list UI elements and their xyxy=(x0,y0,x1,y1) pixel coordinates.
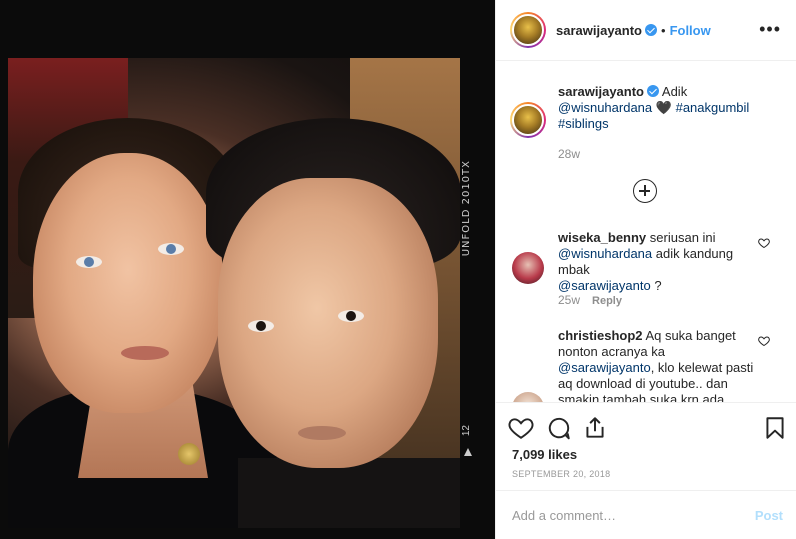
plus-circle-icon[interactable] xyxy=(633,179,657,203)
header-user-line: sarawijayanto • Follow xyxy=(556,23,711,38)
post-header: sarawijayanto • Follow ••• xyxy=(496,0,796,61)
likes-count[interactable]: 7,099 likes xyxy=(512,447,577,462)
photo-woman-face xyxy=(33,153,223,413)
comment-input[interactable] xyxy=(512,505,732,525)
comment-icon[interactable] xyxy=(546,415,572,441)
comment-heart-icon[interactable] xyxy=(758,335,770,347)
film-brand-label: UNFOLD 2010TX xyxy=(461,160,472,257)
comment-time[interactable]: 25w xyxy=(558,293,580,307)
verified-badge-icon xyxy=(645,24,657,36)
reply-button[interactable]: Reply xyxy=(592,295,622,307)
caption-emoji: 🖤 xyxy=(655,100,672,115)
comment-body: ? xyxy=(654,278,662,293)
comment-text: christieshop2 Aq suka banget nonton acra… xyxy=(558,328,768,402)
comments-list[interactable]: sarawijayanto Adik @wisnuhardana 🖤 #anak… xyxy=(496,62,796,402)
share-icon[interactable] xyxy=(582,415,608,441)
comment-mention[interactable]: @wisnuhardana xyxy=(558,246,652,261)
comment-username[interactable]: wiseka_benny xyxy=(558,230,646,245)
comment-mention[interactable]: @sarawijayanto xyxy=(558,278,651,293)
caption-avatar-image xyxy=(512,104,544,136)
header-separator: • xyxy=(661,23,666,38)
film-frame-number: 12 xyxy=(461,425,472,437)
post-side-panel: sarawijayanto • Follow ••• sarawijayanto A… xyxy=(495,0,796,539)
comment-mention[interactable]: @sarawijayanto xyxy=(558,360,651,375)
comment-username[interactable]: christieshop2 xyxy=(558,328,643,343)
photo-woman-lips xyxy=(121,346,169,360)
photo-man-eye-left xyxy=(248,320,274,332)
caption-avatar[interactable] xyxy=(510,102,546,138)
post-actions: 7,099 likes September 20, 2018 xyxy=(496,402,796,490)
bookmark-icon[interactable] xyxy=(762,415,788,441)
header-username[interactable]: sarawijayanto xyxy=(556,23,642,38)
caption-hashtag-siblings[interactable]: #siblings xyxy=(558,116,609,131)
film-arrow-icon xyxy=(464,448,472,456)
avatar-image xyxy=(512,14,544,46)
caption-text: sarawijayanto Adik @wisnuhardana 🖤 #anak… xyxy=(558,84,768,132)
comment-heart-icon[interactable] xyxy=(758,237,770,249)
comment-text: wiseka_benny seriusan ini @wisnuhardana … xyxy=(558,230,768,294)
post-comment-button[interactable]: Post xyxy=(755,508,783,523)
heart-icon[interactable] xyxy=(508,415,534,441)
photo-man-lips xyxy=(298,426,346,440)
avatar[interactable] xyxy=(510,12,546,48)
post-photo xyxy=(8,58,460,528)
post-media[interactable]: UNFOLD 2010TX 12 xyxy=(0,0,495,539)
caption-body: Adik xyxy=(661,84,688,99)
caption-hashtag-anakgumbil[interactable]: #anakgumbil xyxy=(676,100,750,115)
comment-avatar[interactable] xyxy=(512,252,544,284)
photo-woman-eye-left xyxy=(76,256,102,268)
more-options-icon[interactable]: ••• xyxy=(759,20,781,38)
photo-man-eye-right xyxy=(338,310,364,322)
post-date[interactable]: September 20, 2018 xyxy=(512,469,610,479)
caption-mention[interactable]: @wisnuhardana xyxy=(558,100,652,115)
photo-woman-eye-right xyxy=(158,243,184,255)
photo-necklace-pendant xyxy=(178,443,200,465)
comment-meta: 25w Reply xyxy=(558,293,622,307)
verified-badge-icon xyxy=(647,85,659,97)
caption-time[interactable]: 28w xyxy=(558,147,580,161)
photo-man-body xyxy=(238,458,460,528)
follow-button[interactable]: Follow xyxy=(670,23,711,38)
caption-username[interactable]: sarawijayanto xyxy=(558,84,644,99)
comment-avatar[interactable] xyxy=(512,392,544,402)
comment-body: seriusan ini xyxy=(649,230,716,245)
add-comment-bar: Post xyxy=(496,490,796,539)
